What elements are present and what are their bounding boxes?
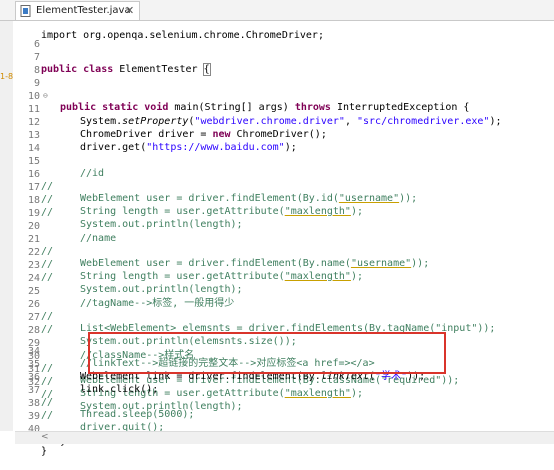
code-line-16: 16 // WebElement user = driver.findEleme…	[14, 157, 417, 204]
tab-label: ElementTester.java	[36, 5, 131, 16]
code-line-27: 27 // System.out.println(elemsnts.size()…	[14, 300, 297, 347]
comment-text: //id	[80, 168, 105, 179]
code-line-14: 14	[14, 131, 40, 154]
code-line-11: 11 System.setProperty("webdriver.chrome.…	[14, 92, 502, 127]
comment-marker: //	[41, 272, 54, 283]
comment-marker: //	[41, 376, 54, 387]
left-panel-edge	[0, 21, 13, 431]
code-text: WebElement user = driver.findElement(By.…	[80, 375, 460, 386]
code-line-28: 28	[14, 313, 40, 336]
code-line-29: 29 //className-->样式名	[14, 326, 194, 361]
code-editor[interactable]: import org.openqa.selenium.chrome.Chrome…	[14, 21, 554, 431]
code-line-15: 15 //id	[14, 144, 104, 179]
code-text: String length = user.getAttribute("maxle…	[80, 388, 363, 399]
code-line-25: 25 //tagName-->标签, 一般用得少	[14, 274, 234, 309]
code-line-20: 20 //name	[14, 209, 116, 244]
code-line-8: 8	[14, 53, 40, 76]
code-text: WebElement user = driver.findElement(By.…	[80, 258, 430, 269]
code-line-13: 13 driver.get("https://www.baidu.com");	[14, 118, 297, 153]
gutter-marker: 1-8	[0, 72, 14, 81]
code-text: ChromeDriver driver = new ChromeDriver()…	[80, 129, 327, 140]
close-icon[interactable]: ✕	[125, 4, 134, 17]
code-line-18: 18 // System.out.println(length);	[14, 183, 243, 230]
code-line-6: 6	[14, 27, 40, 50]
comment-marker: //	[41, 246, 54, 257]
code-line-12: 12 ChromeDriver driver = new ChromeDrive…	[14, 105, 327, 140]
editor-tab-bar: ElementTester.java ✕	[0, 0, 554, 21]
code-line-7: 7 public class ElementTester {	[14, 40, 211, 76]
comment-marker: //	[41, 259, 54, 270]
code-line-32: 32 // System.out.println(length);	[14, 365, 243, 412]
java-file-icon	[20, 5, 31, 17]
import-statement: import org.openqa.selenium.chrome.Chrome…	[41, 30, 324, 41]
code-line-24: 24	[14, 261, 40, 284]
line-number: 32	[27, 377, 40, 388]
code-line-31: 31 // String length = user.getAttribute(…	[14, 352, 363, 399]
code-line-10: 10	[14, 79, 40, 102]
code-text: System.out.println(length);	[80, 219, 243, 230]
comment-text: //tagName-->标签, 一般用得少	[80, 298, 235, 309]
code-line-9: 9 ⊖ public static void main(String[] arg…	[14, 66, 469, 113]
class-declaration: public class ElementTester {	[41, 63, 211, 76]
code-line-17: 17 // String length = user.getAttribute(…	[14, 170, 363, 217]
code-line-19: 19	[14, 196, 40, 219]
code-text: System.out.println(elemsnts.size());	[80, 336, 297, 347]
comment-marker: //	[41, 181, 54, 192]
comment-marker: //	[41, 311, 54, 322]
code-text: String length = user.getAttribute("maxle…	[80, 206, 363, 217]
code-line-30: 30 // WebElement user = driver.findEleme…	[14, 339, 459, 386]
code-text: String length = user.getAttribute("maxle…	[80, 271, 363, 282]
code-text: }	[41, 446, 48, 457]
code-text: System.out.println(length);	[80, 284, 243, 295]
code-line-23: 23 // System.out.println(length);	[14, 248, 243, 295]
comment-marker: //	[41, 363, 54, 374]
main-method-declaration: public static void main(String[] args) t…	[60, 102, 470, 113]
code-text: System.setProperty("webdriver.chrome.dri…	[80, 116, 502, 127]
fold-icon[interactable]: ⊖	[43, 90, 48, 102]
code-line-26: 26 // List<WebElement> elemsnts = driver…	[14, 287, 495, 334]
comment-text: //name	[80, 233, 117, 244]
code-text: driver.get("https://www.baidu.com");	[80, 142, 297, 153]
code-text: WebElement user = driver.findElement(By.…	[80, 193, 418, 204]
code-line-21: 21 // WebElement user = driver.findEleme…	[14, 222, 429, 269]
code-line-22: 22 // String length = user.getAttribute(…	[14, 235, 363, 282]
comment-text: //className-->样式名	[80, 350, 195, 361]
comment-marker: //	[41, 194, 54, 205]
horizontal-scrollbar[interactable]: <	[15, 431, 554, 444]
code-text: List<WebElement> elemsnts = driver.findE…	[80, 323, 496, 334]
comment-marker: //	[41, 207, 54, 218]
scroll-left-icon[interactable]: <	[41, 432, 49, 442]
tab-element-tester[interactable]: ElementTester.java ✕	[15, 1, 140, 20]
code-text: System.out.println(length);	[80, 401, 243, 412]
comment-marker: //	[41, 389, 54, 400]
comment-marker: //	[41, 324, 54, 335]
